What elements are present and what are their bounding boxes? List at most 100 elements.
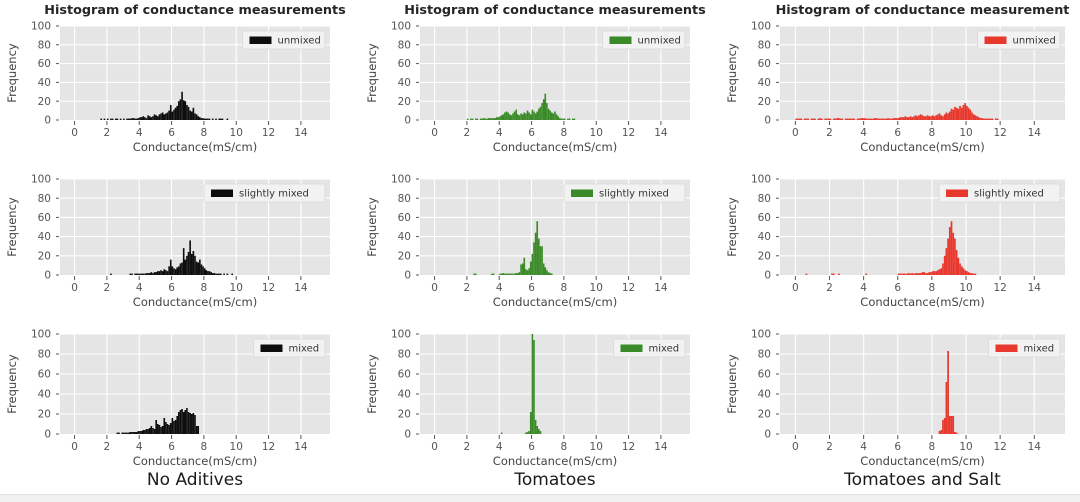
- histogram-bar: [513, 111, 516, 120]
- histogram-bar: [491, 273, 493, 275]
- histogram-bar: [826, 118, 828, 120]
- histogram-bar: [938, 113, 941, 120]
- histogram-bar: [137, 273, 140, 275]
- histogram-bar: [155, 115, 158, 120]
- histogram-bar: [153, 114, 156, 120]
- legend[interactable]: slightly mixed: [203, 183, 326, 203]
- x-tick-label: 6: [168, 127, 175, 139]
- y-tick-label: 100: [31, 329, 51, 341]
- x-axis-label: Conductance(mS/cm): [493, 454, 617, 468]
- histogram-bar: [896, 118, 898, 120]
- legend[interactable]: slightly mixed: [938, 183, 1061, 203]
- x-tick-label: 6: [528, 441, 535, 453]
- histogram-bar: [838, 118, 840, 120]
- histogram-bar: [190, 253, 193, 275]
- histogram-bar: [161, 112, 164, 120]
- histogram-bar: [161, 271, 164, 275]
- histogram-bar: [526, 270, 529, 275]
- x-tick-label: 12: [622, 127, 635, 139]
- group-label-col-1: No Aditives: [147, 470, 243, 490]
- histogram-bar: [171, 418, 174, 434]
- histogram-bar: [938, 431, 941, 434]
- histogram-bar: [913, 116, 915, 120]
- histogram-bar: [954, 238, 956, 275]
- histogram-bar: [507, 273, 509, 275]
- histogram-bar: [131, 118, 133, 120]
- x-tick-label: 2: [104, 441, 111, 453]
- y-tick-label: 100: [391, 329, 411, 341]
- subplot-cell: 0 20 40 60 80 100 0 2 4 6 8 10 12 14 Conductance(mS/cm…: [720, 320, 1080, 494]
- legend[interactable]: unmixed: [977, 30, 1061, 50]
- y-tick-label: 100: [31, 174, 51, 186]
- histogram-bar: [967, 107, 970, 120]
- histogram-bar: [100, 118, 103, 120]
- histogram-bar: [518, 115, 521, 120]
- y-tick-label: 100: [751, 329, 771, 341]
- histogram-bar: [199, 117, 201, 120]
- histogram-bar: [926, 115, 929, 120]
- x-tick-label: 8: [201, 441, 208, 453]
- x-tick-label: 4: [860, 282, 867, 294]
- y-tick-label: 0: [44, 270, 51, 282]
- histogram-bar: [184, 101, 187, 120]
- histogram-bar: [184, 410, 187, 434]
- legend-swatch: [260, 344, 283, 352]
- histogram-bar: [123, 432, 125, 434]
- histogram-bar: [904, 273, 907, 275]
- x-tick-label: 2: [826, 127, 833, 139]
- y-axis-label: Frequency: [365, 354, 379, 414]
- histogram-bar: [534, 232, 537, 275]
- histogram-bar: [960, 266, 963, 275]
- y-tick-label: 20: [38, 96, 51, 108]
- legend[interactable]: unmixed: [242, 30, 326, 50]
- histogram-bar: [940, 430, 943, 434]
- y-tick-label: 60: [38, 58, 51, 70]
- histogram-bar: [942, 420, 944, 434]
- histogram-bar: [165, 422, 167, 434]
- legend[interactable]: mixed: [253, 338, 326, 358]
- histogram-bar: [848, 118, 850, 120]
- histogram-bar: [531, 109, 534, 120]
- y-tick-label: 60: [758, 212, 771, 224]
- subplot-cell: 0 20 40 60 80 100 0 2 4 6 8 10 12 14 Conductance(mS/cm…: [720, 165, 1080, 320]
- histogram-bar: [158, 425, 161, 434]
- legend[interactable]: unmixed: [602, 30, 686, 50]
- histogram-bar: [885, 118, 888, 120]
- x-tick-label: 10: [959, 282, 972, 294]
- histogram-bar: [955, 250, 958, 275]
- histogram-bar: [473, 273, 475, 275]
- y-tick-label: 40: [38, 389, 51, 401]
- histogram-bar: [930, 272, 932, 275]
- histogram-bar: [972, 273, 975, 275]
- histogram-bar: [887, 118, 890, 120]
- histogram-bar: [877, 118, 879, 120]
- histogram-bar: [207, 118, 209, 120]
- histogram-bar: [539, 246, 542, 275]
- histogram-bar: [528, 268, 530, 275]
- legend[interactable]: slightly mixed: [563, 183, 686, 203]
- histogram-bar: [805, 118, 808, 120]
- histogram-bar: [165, 270, 167, 275]
- histogram-bar: [863, 118, 866, 120]
- histogram-bar: [182, 412, 185, 434]
- legend-label: slightly mixed: [239, 188, 309, 199]
- y-tick-label: 20: [38, 409, 51, 421]
- legend[interactable]: mixed: [613, 338, 686, 358]
- histogram-bar: [979, 118, 982, 120]
- histogram-bar: [495, 117, 498, 120]
- histogram-bar: [942, 263, 944, 275]
- histogram-bar: [158, 271, 161, 275]
- histogram-bar: [131, 432, 133, 434]
- histogram-bar: [157, 116, 159, 120]
- histogram-bar: [195, 261, 198, 275]
- y-tick-label: 0: [404, 429, 411, 441]
- x-tick-label: 6: [168, 282, 175, 294]
- histogram-panel-panel-r3c3: 0 20 40 60 80 100 0 2 4 6 8 10 12 14 Conductance(mS/cm…: [725, 329, 1065, 490]
- histogram-bar: [152, 116, 154, 120]
- legend[interactable]: mixed: [988, 338, 1061, 358]
- histogram-bar: [189, 110, 191, 120]
- histogram-bar: [557, 116, 560, 120]
- histogram-bar: [118, 432, 120, 434]
- histogram-bar: [971, 273, 973, 275]
- x-tick-label: 0: [792, 127, 799, 139]
